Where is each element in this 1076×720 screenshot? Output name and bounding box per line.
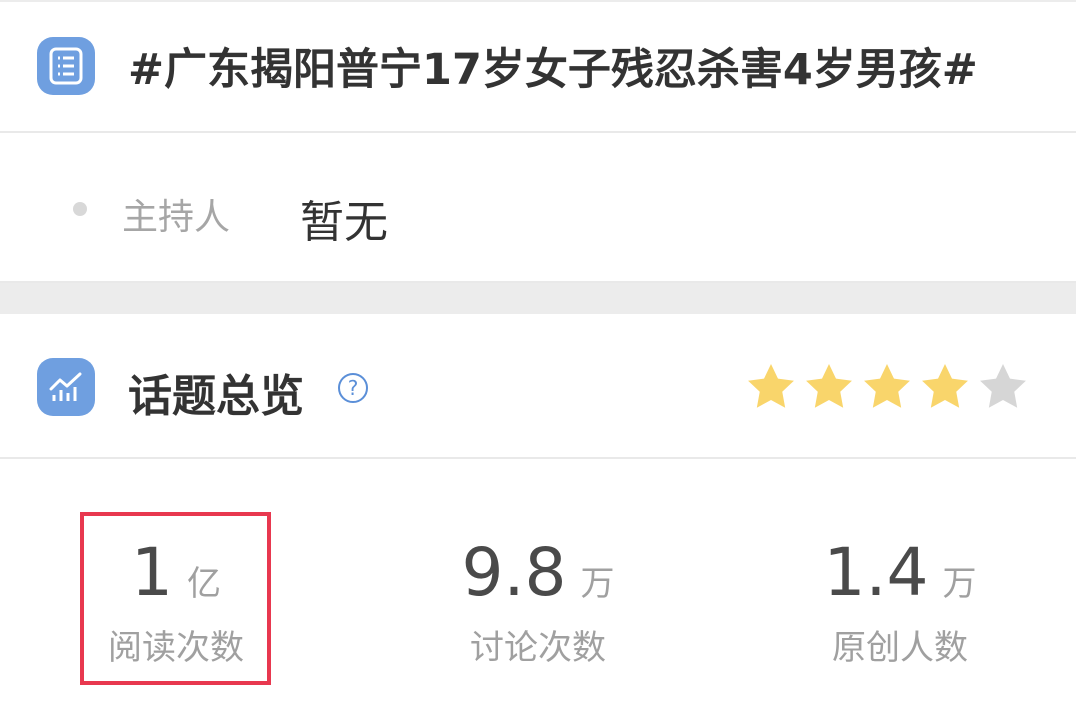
stat-discussion-count: 9.8 万 讨论次数 — [448, 540, 628, 669]
stat-label: 原创人数 — [832, 628, 968, 668]
topic-title: #广东揭阳普宁17岁女子残忍杀害4岁男孩# — [128, 45, 978, 95]
divider — [0, 457, 1076, 459]
overview-title: 话题总览 — [128, 371, 304, 422]
host-value: 暂无 — [300, 197, 388, 248]
document-list-icon — [37, 37, 95, 95]
topic-header: #广东揭阳普宁17岁女子残忍杀害4岁男孩# — [0, 2, 1076, 131]
star-empty-icon — [980, 364, 1026, 408]
stat-original-count: 1.4 万 原创人数 — [810, 540, 990, 669]
bullet-dot — [73, 202, 87, 216]
star-filled-icon — [864, 364, 910, 408]
stat-value: 9.8 — [461, 534, 567, 611]
help-icon[interactable]: ? — [338, 373, 368, 403]
section-gap — [0, 283, 1076, 314]
stat-unit: 万 — [580, 564, 615, 604]
star-filled-icon — [806, 364, 852, 408]
chart-icon — [37, 358, 95, 416]
host-label: 主持人 — [122, 197, 231, 238]
stat-label: 讨论次数 — [470, 628, 606, 668]
star-filled-icon — [922, 364, 968, 408]
stat-value: 1.4 — [823, 534, 929, 611]
star-filled-icon — [748, 364, 794, 408]
highlight-box — [80, 512, 271, 685]
stat-unit: 万 — [942, 564, 977, 604]
rating-stars — [744, 360, 1030, 414]
